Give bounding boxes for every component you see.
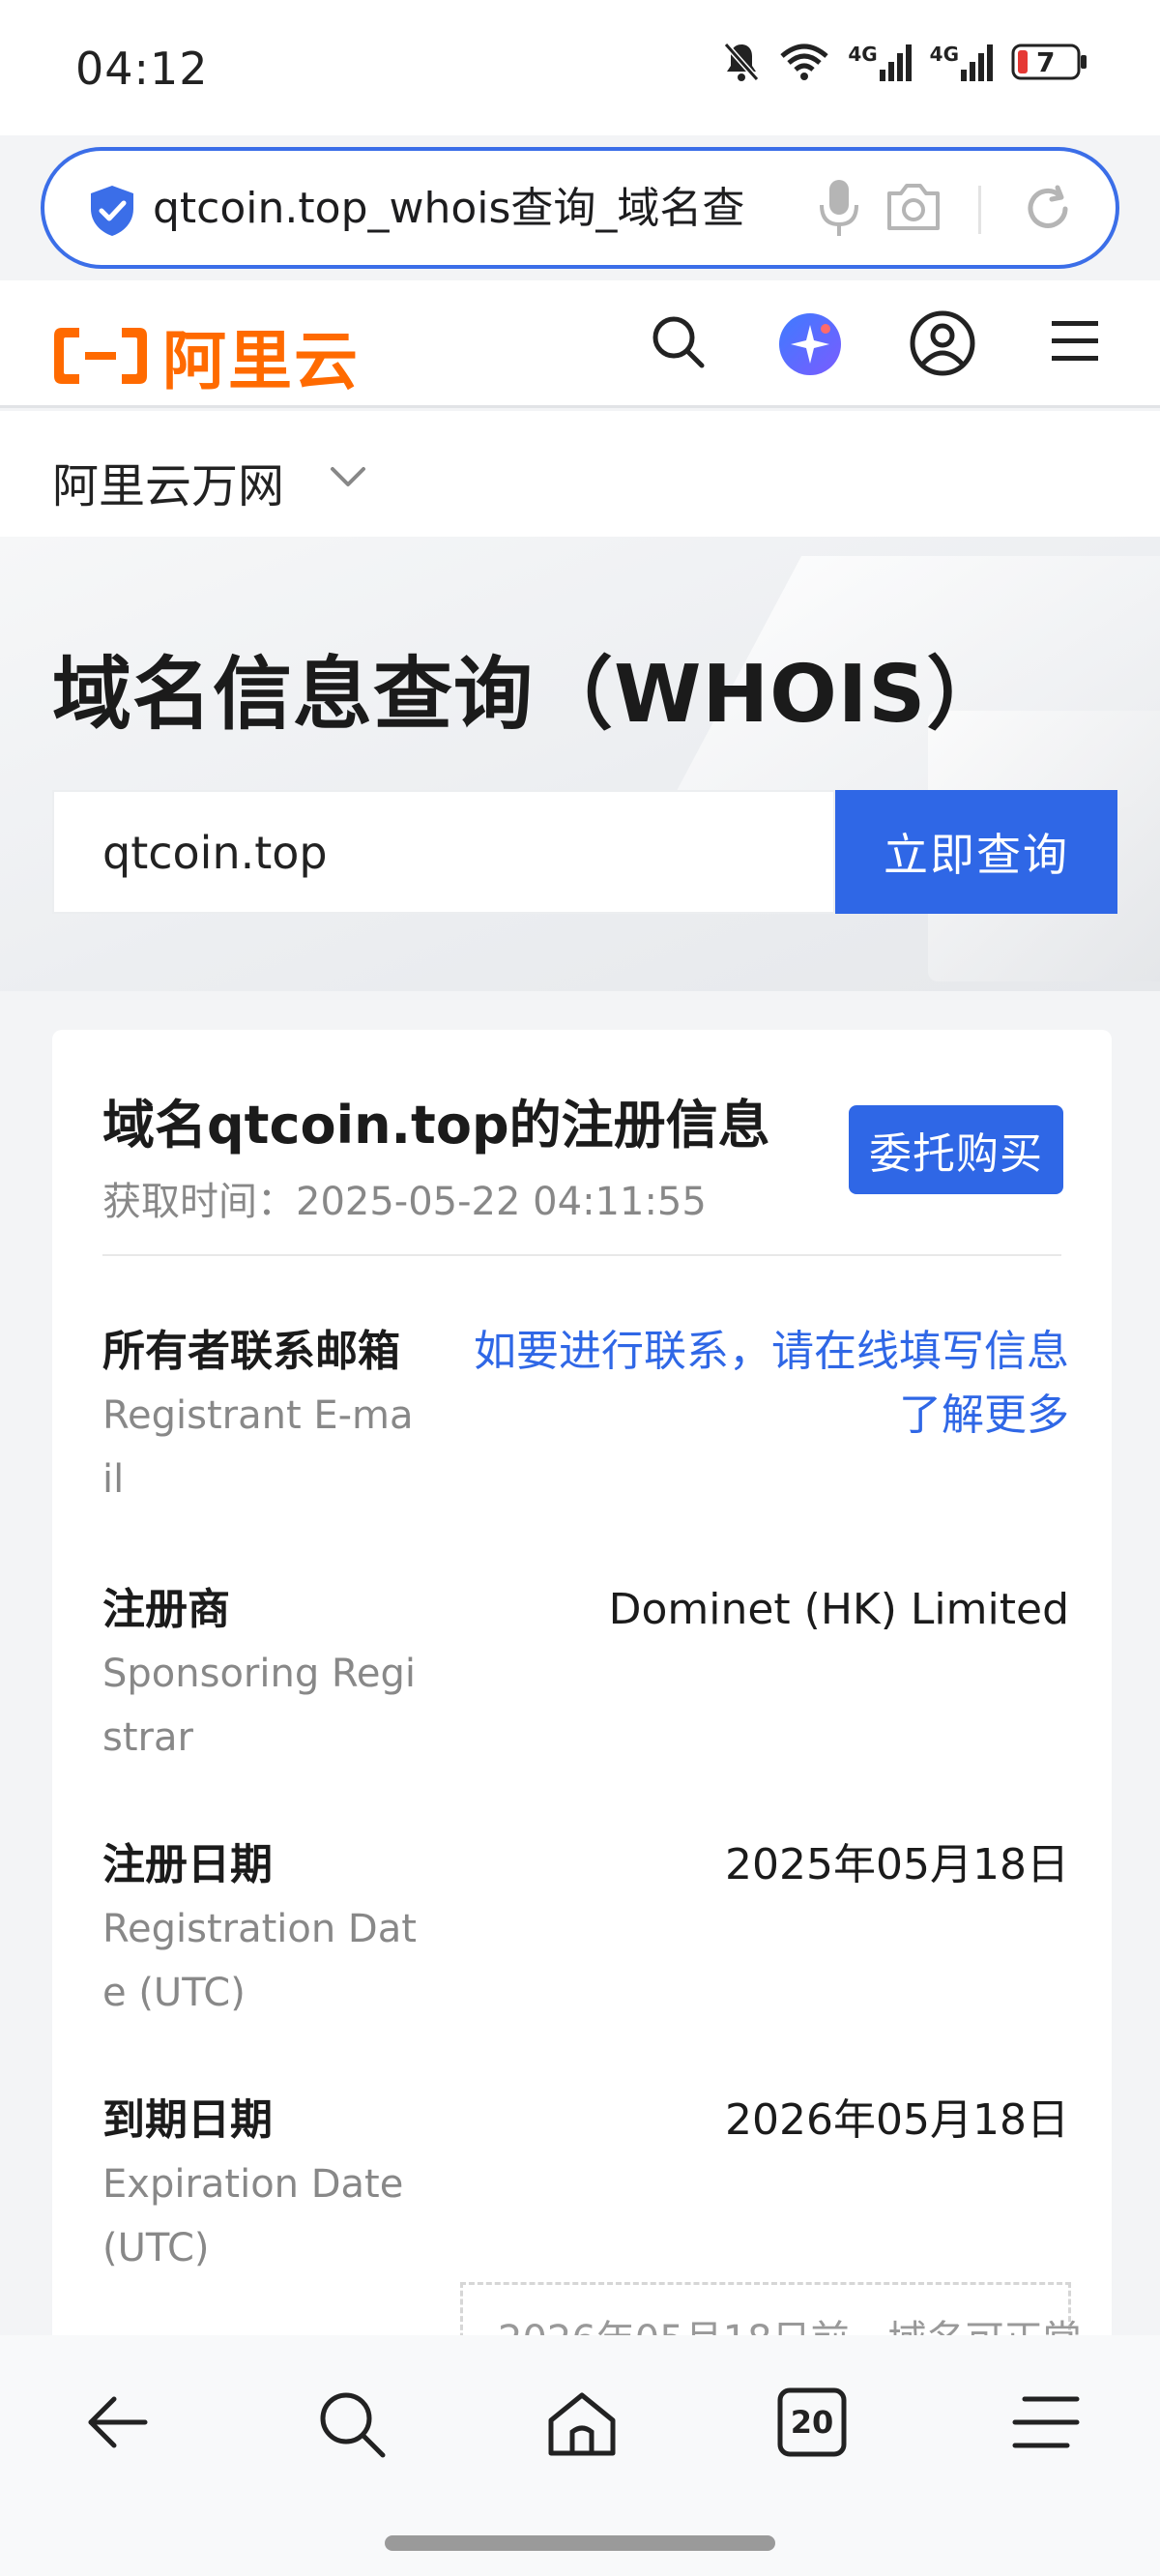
info-row-registrant-email: 所有者联系邮箱 Registrant E-mail 如要进行联系，请在线填写信息… xyxy=(102,1320,1069,1511)
whois-info-card: 域名qtcoin.top的注册信息 获取时间：2025-05-22 04:11:… xyxy=(52,1030,1112,2384)
tabs-icon[interactable]: 20 xyxy=(777,2387,847,2457)
status-icons: 4G 4G 7 xyxy=(722,41,1088,83)
registration-date-value: 2025年05月18日 xyxy=(725,1840,1069,1889)
home-icon[interactable] xyxy=(545,2387,619,2465)
page-title: 域名信息查询（WHOIS） xyxy=(52,649,1007,741)
row-sub-label: Registration Date (UTC) xyxy=(102,1907,417,2015)
ai-assistant-icon[interactable] xyxy=(777,311,843,381)
home-indicator[interactable] xyxy=(385,2535,775,2551)
aliyun-logo[interactable]: 阿里云 xyxy=(50,309,360,402)
tabs-count[interactable]: 20 xyxy=(777,2387,847,2457)
info-row-expiration-date: 到期日期 Expiration Date(UTC) 2026年05月18日 xyxy=(102,2089,1069,2280)
chevron-down-icon[interactable] xyxy=(329,465,367,492)
learn-more-link[interactable]: 了解更多 xyxy=(899,1390,1069,1440)
contact-online-text[interactable]: 如要进行联系，请在线填写信息 xyxy=(474,1327,1069,1376)
site-header: 阿里云 xyxy=(0,280,1160,408)
domain-search-input[interactable]: qtcoin.top xyxy=(52,790,835,914)
fetch-time: 获取时间：2025-05-22 04:11:55 xyxy=(102,1180,707,1224)
hero-section: 域名信息查询（WHOIS） qtcoin.top 立即查询 xyxy=(0,537,1160,991)
menu-icon[interactable] xyxy=(1011,2387,1081,2461)
mute-bell-icon xyxy=(722,41,761,83)
aliyun-logo-mark-icon xyxy=(54,328,147,384)
entrust-purchase-button[interactable]: 委托购买 xyxy=(849,1105,1063,1194)
contact-online-link[interactable]: 如要进行联系，请在线填写信息 了解更多 xyxy=(470,1320,1069,1448)
status-bar: 04:12 4G 4G 7 xyxy=(0,0,1160,135)
card-title: 域名qtcoin.top的注册信息 xyxy=(102,1095,770,1156)
expiration-date-value: 2026年05月18日 xyxy=(725,2095,1069,2145)
hamburger-menu-icon[interactable] xyxy=(1050,319,1100,367)
status-time: 04:12 xyxy=(75,43,209,95)
card-divider xyxy=(102,1254,1061,1256)
search-icon[interactable] xyxy=(315,2387,389,2465)
domain-search-value[interactable]: qtcoin.top xyxy=(102,827,328,879)
search-icon[interactable] xyxy=(650,313,708,375)
query-button[interactable]: 立即查询 xyxy=(835,790,1117,914)
url-text[interactable]: qtcoin.top_whois查询_域名查 xyxy=(153,180,781,238)
logo-text: 阿里云 xyxy=(162,324,360,398)
row-sub-label: Expiration Date(UTC) xyxy=(102,2162,404,2270)
reload-icon[interactable] xyxy=(1019,180,1077,242)
back-icon[interactable] xyxy=(81,2387,151,2461)
row-sub-label: Registrant E-mail xyxy=(102,1393,414,1502)
row-sub-label: Sponsoring Registrar xyxy=(102,1652,417,1760)
shield-check-icon xyxy=(87,184,137,242)
battery-level: 7 xyxy=(1036,46,1056,78)
info-row-registrar: 注册商 Sponsoring Registrar Dominet (HK) Li… xyxy=(102,1578,1069,1770)
address-bar[interactable]: qtcoin.top_whois查询_域名查 xyxy=(41,147,1119,269)
signal-icon-2: 4G xyxy=(930,43,994,81)
subnav-title[interactable]: 阿里云万网 xyxy=(52,448,284,515)
camera-icon[interactable] xyxy=(884,180,943,238)
battery-icon: 7 xyxy=(1011,44,1088,80)
address-divider xyxy=(978,186,981,234)
signal-icon-1: 4G xyxy=(848,43,912,81)
wifi-icon xyxy=(778,43,830,81)
signal-label-1: 4G xyxy=(848,43,878,66)
info-row-registration-date: 注册日期 Registration Date (UTC) 2025年05月18日 xyxy=(102,1833,1069,2025)
user-account-icon[interactable] xyxy=(909,309,976,381)
product-subnav[interactable]: 阿里云万网 xyxy=(0,411,1160,537)
registrar-value: Dominet (HK) Limited xyxy=(608,1585,1069,1634)
microphone-icon[interactable] xyxy=(818,178,860,242)
signal-label-2: 4G xyxy=(929,43,959,66)
